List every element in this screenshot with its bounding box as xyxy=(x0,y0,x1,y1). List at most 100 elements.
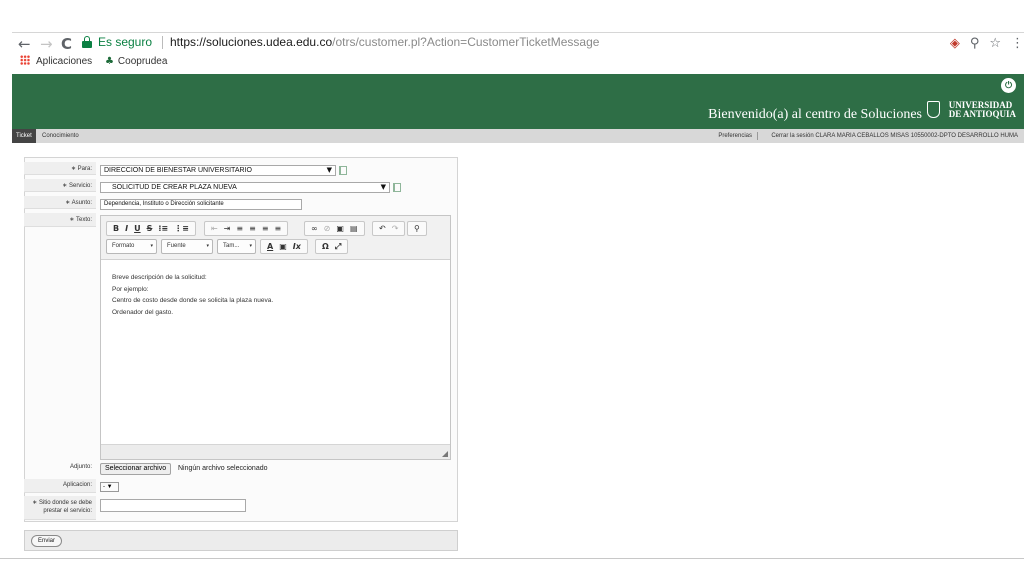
chevron-down-icon: ▼ xyxy=(326,166,332,174)
label-cell: ∗ Para: xyxy=(24,162,96,175)
label-cell: ∗ Texto: xyxy=(24,213,96,227)
file-status: Ningún archivo seleccionado xyxy=(178,465,268,472)
bookmark-apps[interactable]: Aplicaciones xyxy=(20,55,92,67)
asunto-input[interactable]: Dependencia, Instituto o Dirección solic… xyxy=(100,199,302,210)
special-char-button[interactable]: Ω xyxy=(322,242,329,251)
browser-chrome: ← → C Es seguro https://soluciones.udea.… xyxy=(12,32,1024,74)
aplicacion-select[interactable]: - ▼ xyxy=(100,482,119,492)
university-crest-icon xyxy=(927,101,940,118)
choose-file-button[interactable]: Seleccionar archivo xyxy=(100,463,172,475)
link-icon[interactable]: ∞ xyxy=(311,224,318,233)
bold-button[interactable]: B xyxy=(113,224,119,233)
welcome-text: Bienvenido(a) al centro de Soluciones xyxy=(708,107,922,122)
search-icon[interactable]: ⚲ xyxy=(414,224,420,233)
justify-button[interactable]: ≡ xyxy=(275,224,282,233)
screen-top-margin xyxy=(0,0,1024,32)
main-nav: Ticket Conocimiento Preferencias Cerrar … xyxy=(12,129,1024,143)
tab-knowledge[interactable]: Conocimiento xyxy=(42,129,79,143)
chevron-down-icon: ▾ xyxy=(150,243,153,249)
find-buttons: ⚲ xyxy=(407,221,427,236)
aplicacion-label: Aplicacion: xyxy=(62,482,92,488)
back-icon[interactable]: ← xyxy=(18,35,31,53)
text-color-button[interactable]: A xyxy=(267,242,273,251)
bullet-list-button[interactable]: ⋮≡ xyxy=(174,224,189,233)
asunto-label: ∗ Asunto: xyxy=(65,200,92,206)
label-cell: ∗ Asunto: xyxy=(24,196,96,209)
align-right-button[interactable]: ≡ xyxy=(262,224,269,233)
label-column: ∗ Para: ∗ Servicio: ∗ Asunto: ∗ Texto: A… xyxy=(24,157,96,522)
reload-icon[interactable]: C xyxy=(61,35,72,53)
editor-statusbar xyxy=(101,444,450,459)
lock-icon xyxy=(82,36,92,48)
outdent-button[interactable]: ⇤ xyxy=(211,224,218,233)
para-label: ∗ Para: xyxy=(70,166,92,172)
para-select[interactable]: DIRECCION DE BIENESTAR UNIVERSITARIO ▼ xyxy=(100,165,336,176)
font-combo[interactable]: Fuente ▾ xyxy=(161,239,213,254)
label-cell: ∗ Servicio: xyxy=(24,179,96,192)
servicio-select[interactable]: SOLICITUD DE CREAR PLAZA NUEVA ▼ xyxy=(100,182,390,193)
zoom-icon[interactable]: ⚲ xyxy=(970,36,980,51)
texto-label: ∗ Texto: xyxy=(69,217,92,223)
secure-label: Es seguro xyxy=(98,35,153,49)
url-text[interactable]: https://soluciones.udea.edu.co/otrs/cust… xyxy=(170,34,599,51)
servicio-label: ∗ Servicio: xyxy=(62,183,92,189)
special-buttons: Ω ⤢ xyxy=(315,239,349,254)
content-line: Centro de costo desde donde se solicita … xyxy=(112,297,274,304)
menu-icon[interactable]: ⋮ xyxy=(1011,36,1024,51)
submit-button[interactable]: Enviar xyxy=(31,535,63,547)
tree-select-icon[interactable] xyxy=(339,166,347,175)
remove-format-button[interactable]: Ix xyxy=(293,242,301,251)
history-buttons: ↶ ↷ xyxy=(372,221,406,236)
indent-button[interactable]: ⇥ xyxy=(224,224,231,233)
submit-bar: Enviar xyxy=(24,530,458,551)
star-icon[interactable]: ☆ xyxy=(989,36,1001,51)
bg-color-button[interactable]: ▣ xyxy=(279,242,287,251)
size-combo[interactable]: Tam... ▾ xyxy=(217,239,256,254)
content-line: Breve descripción de la solicitud: xyxy=(112,274,207,281)
italic-button[interactable]: I xyxy=(125,224,128,233)
address-bar[interactable]: Es seguro https://soluciones.udea.edu.co… xyxy=(82,34,1024,51)
color-buttons: A ▣ Ix xyxy=(260,239,308,254)
forward-icon[interactable]: → xyxy=(40,35,53,53)
shield-blocked-icon[interactable]: ◈ xyxy=(950,36,960,51)
editor-content[interactable]: Breve descripción de la solicitud: Por e… xyxy=(112,272,273,318)
strike-button[interactable]: S xyxy=(147,224,153,233)
redo-icon[interactable]: ↷ xyxy=(392,224,399,233)
logout-icon[interactable]: ⏻ xyxy=(1001,78,1016,93)
image-icon[interactable]: ▣ xyxy=(336,224,344,233)
format-combo[interactable]: Formato ▾ xyxy=(106,239,157,254)
bookmark-cooprudea[interactable]: ♣ Cooprudea xyxy=(105,56,167,67)
page-bottom-divider xyxy=(0,558,1024,559)
logout-link[interactable]: Cerrar la sesión CLARA MARIA CEBALLOS MI… xyxy=(771,129,1018,143)
preferences-link[interactable]: Preferencias xyxy=(718,129,752,143)
label-cell: ∗ Sitio donde se debe prestar el servici… xyxy=(24,496,96,520)
underline-button[interactable]: U xyxy=(134,224,141,233)
sitio-label-line1: ∗ Sitio donde se debe xyxy=(32,500,92,506)
align-left-button[interactable]: ≡ xyxy=(236,224,243,233)
university-logo: UNIVERSIDAD DE ANTIOQUIA xyxy=(948,100,1016,119)
site-header: ⏻ Bienvenido(a) al centro de Soluciones … xyxy=(12,74,1024,129)
chevron-down-icon: ▾ xyxy=(249,243,252,249)
undo-icon[interactable]: ↶ xyxy=(379,224,386,233)
tab-ticket[interactable]: Ticket xyxy=(12,129,36,143)
sitio-input[interactable] xyxy=(100,499,246,512)
insert-buttons: ∞ ⊘ ▣ ▤ xyxy=(304,221,365,236)
content-line: Por ejemplo: xyxy=(112,285,149,293)
url-divider xyxy=(162,36,163,49)
tree-select-icon[interactable] xyxy=(393,183,401,192)
label-cell: Aplicacion: xyxy=(24,479,96,493)
chevron-down-icon: ▾ xyxy=(206,243,209,249)
maximize-icon[interactable]: ⤢ xyxy=(335,242,341,251)
unlink-icon[interactable]: ⊘ xyxy=(324,224,331,233)
chevron-down-icon: ▼ xyxy=(380,183,386,191)
cooprudea-icon: ♣ xyxy=(104,56,114,67)
format-buttons: B I U S ⁝≡ ⋮≡ xyxy=(106,221,196,236)
nav-divider xyxy=(757,132,758,140)
align-buttons: ⇤ ⇥ ≡ ≡ ≡ ≡ xyxy=(204,221,289,236)
omnibox-actions: ◈ ⚲ ☆ ⋮ xyxy=(940,35,1024,52)
resize-handle-icon[interactable] xyxy=(442,451,448,457)
numbered-list-button[interactable]: ⁝≡ xyxy=(158,224,168,233)
sitio-label-line2: prestar el servicio: xyxy=(43,508,92,514)
table-icon[interactable]: ▤ xyxy=(350,224,358,233)
align-center-button[interactable]: ≡ xyxy=(249,224,256,233)
